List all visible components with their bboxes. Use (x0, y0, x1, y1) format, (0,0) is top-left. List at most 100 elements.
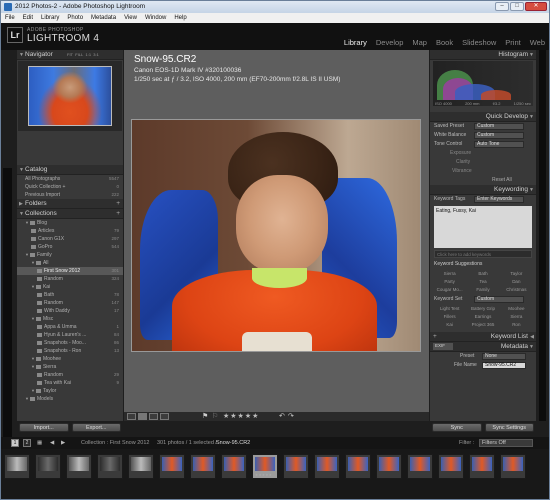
close-button[interactable]: ✕ (525, 2, 547, 11)
catalog-item[interactable]: Previous Import 222 (17, 191, 123, 199)
collection-item[interactable]: Tea with Kai 9 (17, 379, 123, 387)
keyword-set-item[interactable]: Kai (434, 322, 465, 328)
flag-icon[interactable]: ⚑ (202, 412, 208, 420)
keyword-set-item[interactable]: Moohee (501, 306, 532, 312)
keyword-set-item[interactable]: Battery Grip (467, 306, 498, 312)
reset-all-button[interactable]: Reset All (430, 176, 536, 185)
filmstrip-thumbnail[interactable] (438, 454, 464, 479)
navigator-options[interactable]: FIT FILL 1:1 3:1 (67, 50, 99, 60)
keyword-suggestion[interactable]: Taylor (501, 271, 532, 277)
import-button[interactable]: Import... (19, 423, 69, 432)
filmstrip-thumbnail[interactable] (4, 454, 30, 479)
add-collection-icon[interactable]: + (116, 209, 120, 219)
zoom-1-1[interactable]: 1:1 (85, 52, 91, 57)
sync-settings-button[interactable]: Sync Settings (484, 423, 534, 432)
left-scrollbar[interactable] (3, 168, 12, 468)
maximize-button[interactable]: □ (510, 2, 524, 11)
catalog-item[interactable]: All Photographs 5547 (17, 175, 123, 183)
collection-item[interactable]: Snapshots - Moo... 86 (17, 339, 123, 347)
collapse-triangle-icon[interactable]: ▼ (31, 364, 35, 369)
collection-item[interactable]: Bath 78 (17, 291, 123, 299)
keyword-list-header[interactable]: + Keyword List ◀ (430, 332, 536, 342)
zoom-fit[interactable]: FIT (67, 52, 73, 57)
filmstrip-thumbnail[interactable]: ★★★★★ (252, 454, 278, 479)
title-bar[interactable]: 2012 Photos-2 - Adobe Photoshop Lightroo… (1, 1, 549, 13)
keyword-suggestion[interactable]: Tea (467, 279, 498, 285)
zoom-fill[interactable]: FILL (75, 52, 83, 57)
filter-dropdown[interactable]: Filters Off (479, 439, 533, 447)
star-rating[interactable]: ★★★★★ (223, 412, 259, 421)
menu-file[interactable]: File (5, 13, 15, 23)
white-balance-dropdown[interactable]: Custom (474, 132, 524, 139)
module-book[interactable]: Book (436, 38, 453, 47)
module-print[interactable]: Print (505, 38, 520, 47)
navigator-preview[interactable] (18, 61, 122, 131)
filmstrip-selected-file[interactable]: Snow-95.CR2 (216, 437, 250, 449)
filmstrip-thumbnail[interactable] (97, 454, 123, 479)
compare-view-icon[interactable] (149, 413, 158, 420)
secondary-display-2-button[interactable]: 2 (23, 439, 31, 447)
keyword-set-item[interactable]: Ron (501, 322, 532, 328)
keyword-set-item[interactable]: Fillers (434, 314, 465, 320)
exposure-row[interactable]: Exposure (430, 149, 536, 158)
grid-view-icon[interactable] (127, 413, 136, 420)
quick-develop-header[interactable]: Quick Develop ▼ (430, 112, 536, 122)
module-web[interactable]: Web (530, 38, 545, 47)
grid-icon[interactable]: ▦ (37, 437, 42, 449)
filmstrip-thumbnail[interactable] (407, 454, 433, 479)
collection-item[interactable]: Hyun & Lauren's ... 84 (17, 331, 123, 339)
collection-item[interactable]: ▼ All (17, 259, 123, 267)
filmstrip-thumbnail[interactable] (314, 454, 340, 479)
keywords-textarea[interactable]: Eating, Fussy, Kai (434, 206, 532, 248)
export-button[interactable]: Export... (71, 423, 121, 432)
collection-item[interactable]: First Snow 2012 301 (17, 267, 123, 275)
collection-item[interactable]: ▼ Moohee (17, 355, 123, 363)
reject-flag-icon[interactable]: ⚐ (212, 412, 218, 420)
rotate-right-icon[interactable]: ↷ (288, 412, 294, 420)
collection-item[interactable]: GoPro 544 (17, 243, 123, 251)
loupe-view-icon[interactable] (138, 413, 147, 420)
collection-item[interactable]: ▼ Kai (17, 283, 123, 291)
collection-item[interactable]: Canon G1X 297 (17, 235, 123, 243)
filmstrip-thumbnail[interactable] (500, 454, 526, 479)
keyword-set-item[interactable]: Light Tent (434, 306, 465, 312)
collection-item[interactable]: ▼ Sierra (17, 363, 123, 371)
keyword-set-item[interactable]: Project 365 (467, 322, 498, 328)
collection-item[interactable]: Articles 79 (17, 227, 123, 235)
collection-item[interactable]: Random 147 (17, 299, 123, 307)
menu-view[interactable]: View (124, 13, 137, 23)
menu-library[interactable]: Library (41, 13, 59, 23)
menu-metadata[interactable]: Metadata (91, 13, 116, 23)
filmstrip-thumbnail[interactable] (159, 454, 185, 479)
histogram-header[interactable]: Histogram ▼ (430, 50, 536, 60)
filmstrip-thumbnail[interactable] (35, 454, 61, 479)
add-folder-icon[interactable]: + (116, 199, 120, 209)
main-photo[interactable] (131, 119, 421, 352)
keyword-tags-dropdown[interactable]: Enter Keywords (474, 196, 524, 203)
keyword-suggestion[interactable]: Family (467, 287, 498, 293)
vibrance-row[interactable]: Vibrance (430, 167, 536, 176)
module-library[interactable]: Library (344, 38, 367, 47)
minimize-button[interactable]: – (495, 2, 509, 11)
keywording-header[interactable]: Keywording ▼ (430, 185, 536, 195)
collapse-triangle-icon[interactable]: ▼ (31, 284, 35, 289)
saved-preset-dropdown[interactable]: Custom (474, 123, 524, 130)
keyword-set-dropdown[interactable]: Custom (474, 296, 524, 303)
add-keyword-icon[interactable]: + (433, 332, 437, 342)
back-icon[interactable]: ◀ (50, 437, 54, 449)
keyword-suggestion[interactable]: Dan (501, 279, 532, 285)
filmstrip-thumbnail[interactable] (283, 454, 309, 479)
filmstrip-thumbnail[interactable] (376, 454, 402, 479)
clarity-row[interactable]: Clarity (430, 158, 536, 167)
zoom-3-1[interactable]: 3:1 (93, 52, 99, 57)
sync-button[interactable]: Sync (432, 423, 482, 432)
collapse-triangle-icon[interactable]: ▼ (25, 396, 29, 401)
filmstrip-thumbnail[interactable] (190, 454, 216, 479)
folders-header[interactable]: ▶ Folders + (17, 199, 123, 209)
collapse-triangle-icon[interactable]: ▼ (25, 220, 29, 225)
collection-item[interactable]: Snapshots - Ron 13 (17, 347, 123, 355)
rotate-left-icon[interactable]: ↶ (279, 412, 285, 420)
collapse-triangle-icon[interactable]: ▼ (31, 356, 35, 361)
forward-icon[interactable]: ▶ (61, 437, 65, 449)
keyword-suggestion[interactable]: Bath (467, 271, 498, 277)
